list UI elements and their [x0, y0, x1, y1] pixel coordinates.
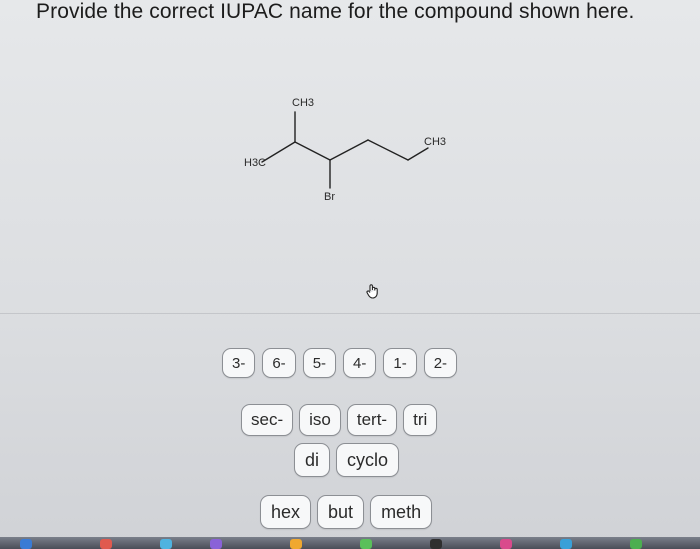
dock-app-icon[interactable]	[430, 539, 442, 549]
label-bromine: Br	[324, 191, 335, 203]
bond-c4-c5	[367, 139, 409, 161]
prefix-options: sec- iso tert- tri	[241, 404, 438, 436]
option-but[interactable]: but	[317, 495, 365, 529]
bond-c5-methyl	[407, 147, 429, 161]
root-options: hex but meth	[260, 495, 433, 529]
dock-app-icon[interactable]	[500, 539, 512, 549]
section-divider	[0, 313, 700, 314]
option-locant-5[interactable]: 5-	[302, 348, 337, 378]
option-locant-2[interactable]: 2-	[423, 348, 458, 378]
dock-app-icon[interactable]	[560, 539, 572, 549]
option-meth[interactable]: meth	[370, 495, 433, 529]
label-right-methyl: CH3	[424, 136, 446, 148]
option-tri[interactable]: tri	[403, 404, 438, 436]
option-di[interactable]: di	[294, 443, 331, 477]
bond-c2-c3	[294, 141, 331, 161]
option-sec[interactable]: sec-	[241, 404, 294, 436]
hand-cursor-icon	[366, 284, 378, 299]
dock-app-icon[interactable]	[360, 539, 372, 549]
option-locant-6[interactable]: 6-	[262, 348, 296, 378]
option-iso[interactable]: iso	[299, 404, 341, 436]
dock-app-icon[interactable]	[160, 539, 172, 549]
bond-left-methyl	[261, 141, 296, 163]
dock-app-icon[interactable]	[210, 539, 222, 549]
bond-c3-c4	[329, 139, 369, 161]
label-left-methyl: H3C	[244, 157, 266, 169]
dock-app-icon[interactable]	[100, 539, 112, 549]
label-top-methyl: CH3	[292, 97, 314, 109]
molecule-structure: CH3 H3C CH3 Br	[244, 97, 446, 203]
option-locant-1[interactable]: 1-	[383, 348, 417, 378]
option-locant-3[interactable]: 3-	[222, 348, 256, 378]
locant-options: 3- 6- 5- 4- 1- 2-	[222, 348, 458, 378]
option-tert[interactable]: tert-	[346, 404, 398, 436]
dock-app-icon[interactable]	[630, 539, 642, 549]
option-hex[interactable]: hex	[260, 495, 312, 529]
dock-app-icon[interactable]	[20, 539, 32, 549]
dock-app-icon[interactable]	[290, 539, 302, 549]
option-locant-4[interactable]: 4-	[343, 348, 377, 378]
option-cyclo[interactable]: cyclo	[336, 443, 400, 477]
multiplier-options: di cyclo	[294, 443, 400, 477]
